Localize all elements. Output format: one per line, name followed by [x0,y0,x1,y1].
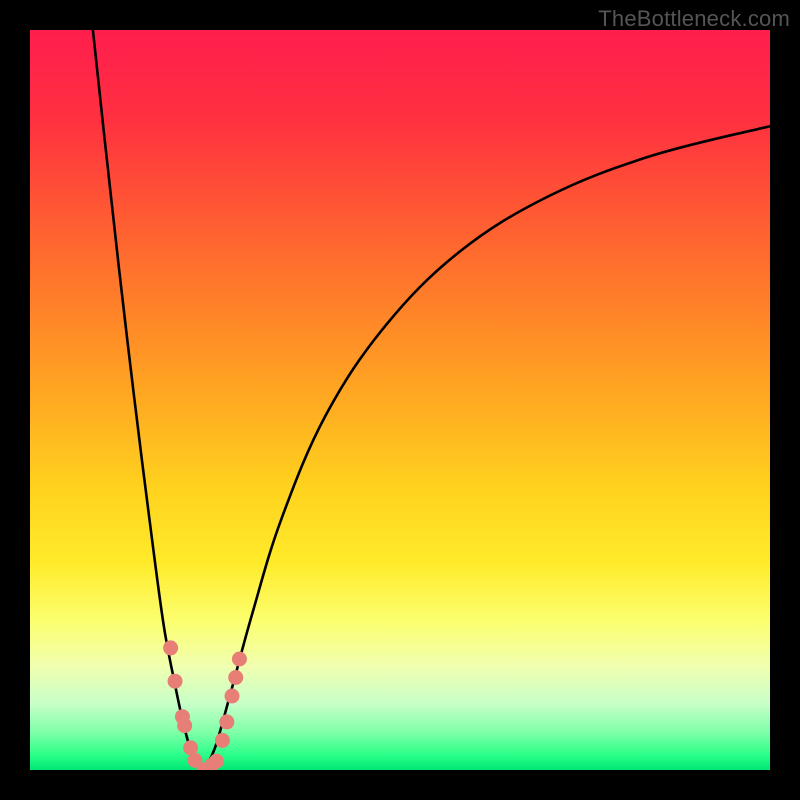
curve-left-branch [93,30,204,770]
plot-area [30,30,770,770]
data-point [209,754,224,769]
data-point [163,640,178,655]
data-points [163,640,247,770]
data-point [168,674,183,689]
chart-frame: TheBottleneck.com [0,0,800,800]
curve-right-branch [204,126,770,770]
data-point [215,733,230,748]
data-point [232,652,247,667]
data-point [219,714,234,729]
data-point [225,689,240,704]
data-point [177,718,192,733]
watermark-text: TheBottleneck.com [598,6,790,32]
data-point [228,670,243,685]
bottleneck-curve [30,30,770,770]
